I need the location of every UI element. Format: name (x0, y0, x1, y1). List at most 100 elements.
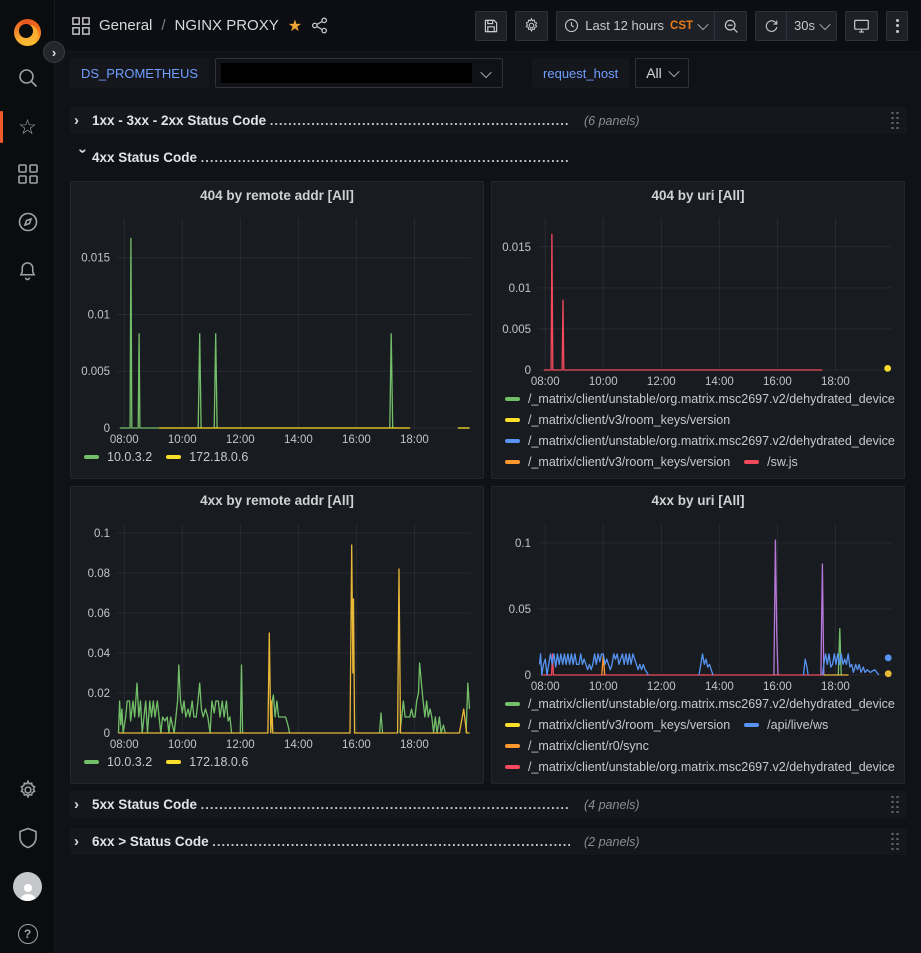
row-dots: ........................................… (270, 113, 570, 128)
legend-item[interactable]: /_matrix/client/unstable/org.matrix.msc2… (505, 392, 895, 406)
legend-label: /_matrix/client/v3/room_keys/version (528, 455, 730, 469)
breadcrumb-separator: / (161, 17, 165, 34)
legend-item[interactable]: /_matrix/client/v3/room_keys/version (505, 718, 730, 732)
dashboard-title[interactable]: NGINX PROXY (175, 17, 279, 34)
legend-label: /_matrix/client/unstable/org.matrix.msc2… (528, 760, 895, 774)
legend-swatch (166, 455, 181, 459)
sidebar-item-admin[interactable] (0, 818, 55, 858)
legend-label: /sw.js (767, 455, 798, 469)
svg-text:0.1: 0.1 (94, 528, 110, 540)
legend-swatch (84, 455, 99, 459)
svg-text:14:00: 14:00 (284, 739, 313, 751)
row-drag-handle[interactable] (891, 112, 899, 130)
row-1xx-3xx-2xx[interactable]: › 1xx - 3xx - 2xx Status Code ..........… (70, 107, 907, 134)
breadcrumb-section[interactable]: General (99, 17, 152, 34)
timezone-label: CST (670, 20, 693, 32)
chart-plot[interactable]: 08:0010:0012:0014:0016:0018:0000.050.1 (492, 515, 904, 695)
top-navigation: General / NGINX PROXY ★ Last 12 hours CS… (55, 0, 921, 52)
legend-label: /_matrix/client/unstable/org.matrix.msc2… (528, 392, 895, 406)
svg-text:0.005: 0.005 (502, 324, 531, 336)
chevron-down-icon (480, 67, 491, 78)
row-6xx-status-code[interactable]: › 6xx > Status Code ....................… (70, 828, 907, 855)
request-host-select[interactable]: All (635, 58, 689, 88)
help-icon: ? (18, 924, 38, 944)
sidebar-expand-button[interactable]: › (43, 41, 65, 63)
zoom-out-button[interactable] (715, 11, 747, 41)
legend-item[interactable]: /_matrix/client/v3/room_keys/version (505, 413, 730, 427)
legend-item[interactable]: /sw.js (744, 455, 798, 469)
sidebar-item-configuration[interactable] (0, 770, 55, 810)
legend-item[interactable]: /api/live/ws (744, 718, 828, 732)
save-dashboard-button[interactable] (475, 11, 507, 41)
row-title: 5xx Status Code (92, 797, 197, 812)
panel-title[interactable]: 4xx by uri [All] (492, 487, 904, 515)
row-5xx-status-code[interactable]: › 5xx Status Code ......................… (70, 791, 907, 818)
svg-text:16:00: 16:00 (763, 376, 792, 388)
row-title: 4xx Status Code (92, 150, 197, 165)
panel-title[interactable]: 4xx by remote addr [All] (71, 487, 483, 515)
panel-title[interactable]: 404 by remote addr [All] (71, 182, 483, 210)
svg-text:0.08: 0.08 (88, 568, 110, 580)
legend-swatch (166, 760, 181, 764)
row-panel-count: (4 panels) (584, 798, 640, 812)
legend-swatch (744, 723, 759, 727)
legend-item[interactable]: /_matrix/client/unstable/org.matrix.msc2… (505, 760, 895, 774)
chart-svg: 08:0010:0012:0014:0016:0018:0000.020.040… (71, 515, 483, 753)
legend-item[interactable]: /_matrix/client/v3/room_keys/version (505, 455, 730, 469)
row-panel-count: (2 panels) (584, 835, 640, 849)
search-icon[interactable] (0, 58, 55, 98)
legend-label: /_matrix/client/r0/sync (528, 739, 649, 753)
panel-4xx-by-uri: 4xx by uri [All] 08:0010:0012:0014:0016:… (491, 486, 905, 784)
legend-item[interactable]: /_matrix/client/unstable/org.matrix.msc2… (505, 697, 895, 711)
row-4xx-status-code[interactable]: › 4xx Status Code ......................… (70, 144, 907, 171)
sidebar-item-help[interactable]: ? (0, 914, 55, 953)
avatar-icon (13, 872, 42, 901)
favorite-star-icon[interactable]: ★ (288, 16, 302, 36)
row-drag-handle[interactable] (891, 833, 899, 851)
chart-legend: /_matrix/client/unstable/org.matrix.msc2… (492, 390, 904, 478)
svg-text:0: 0 (104, 728, 110, 740)
panel-4xx-by-remote-addr: 4xx by remote addr [All] 08:0010:0012:00… (70, 486, 484, 784)
tv-mode-button[interactable] (845, 11, 878, 41)
svg-text:0: 0 (104, 423, 110, 435)
chart-plot[interactable]: 08:0010:0012:0014:0016:0018:0000.0050.01… (492, 210, 904, 390)
refresh-button[interactable] (755, 11, 787, 41)
legend-item[interactable]: 10.0.3.2 (84, 755, 152, 769)
row-dots: ........................................… (201, 150, 570, 165)
svg-text:0.015: 0.015 (81, 253, 110, 265)
legend-label: /_matrix/client/unstable/org.matrix.msc2… (528, 697, 895, 711)
refresh-interval-picker[interactable]: 30s (787, 11, 837, 41)
legend-item[interactable]: 172.18.0.6 (166, 755, 248, 769)
chevron-down-icon (697, 18, 708, 29)
monitor-icon (853, 18, 870, 34)
svg-text:08:00: 08:00 (110, 739, 139, 751)
sidebar-item-alerting[interactable] (0, 250, 55, 290)
user-avatar[interactable] (0, 866, 55, 906)
legend-item[interactable]: 172.18.0.6 (166, 450, 248, 464)
sidebar-item-explore[interactable] (0, 202, 55, 242)
dashboard-settings-button[interactable] (515, 11, 548, 41)
legend-item[interactable]: 10.0.3.2 (84, 450, 152, 464)
legend-swatch (505, 702, 520, 706)
row-drag-handle[interactable] (891, 796, 899, 814)
legend-item[interactable]: /_matrix/client/r0/sync (505, 739, 649, 753)
chart-plot[interactable]: 08:0010:0012:0014:0016:0018:0000.020.040… (71, 515, 483, 753)
share-icon[interactable] (311, 17, 328, 34)
svg-text:18:00: 18:00 (400, 434, 429, 446)
chevron-down-icon (819, 18, 830, 29)
refresh-interval-label: 30s (794, 18, 815, 33)
sidebar-item-dashboards[interactable] (0, 154, 55, 194)
panel-title[interactable]: 404 by uri [All] (492, 182, 904, 210)
legend-item[interactable]: /_matrix/client/unstable/org.matrix.msc2… (505, 434, 895, 448)
ds-prometheus-select[interactable] (215, 58, 503, 88)
time-range-picker[interactable]: Last 12 hours CST (556, 11, 715, 41)
more-options-button[interactable] (886, 11, 908, 41)
dashboard-canvas: › 1xx - 3xx - 2xx Status Code ..........… (55, 96, 921, 855)
row-panel-count: (6 panels) (584, 114, 640, 128)
chart-plot[interactable]: 08:0010:0012:0014:0016:0018:0000.0050.01… (71, 210, 483, 448)
chevron-right-icon: › (74, 112, 92, 129)
svg-text:16:00: 16:00 (763, 681, 792, 693)
sidebar-item-starred[interactable]: ☆ (0, 107, 55, 147)
row-dots: ........................................… (201, 797, 570, 812)
legend-label: /_matrix/client/v3/room_keys/version (528, 413, 730, 427)
